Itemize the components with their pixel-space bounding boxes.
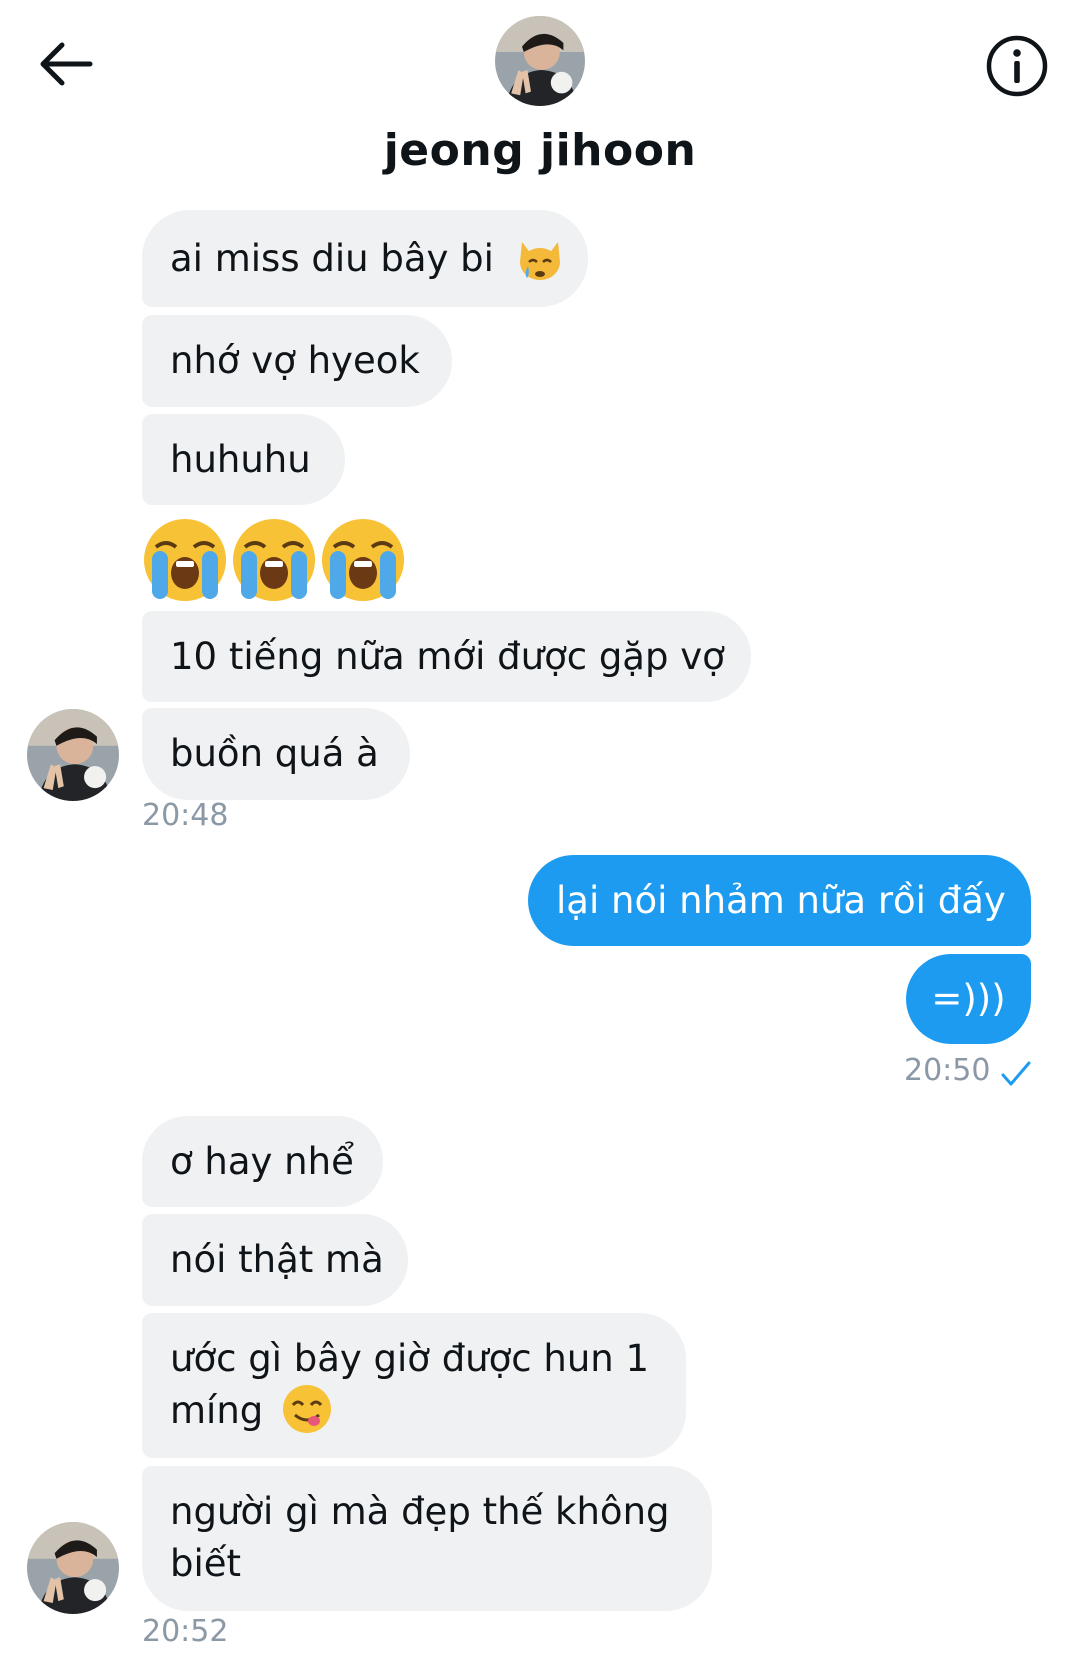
profile-photo bbox=[27, 1522, 119, 1614]
loudly-crying-face-emoji bbox=[233, 519, 315, 601]
received-message[interactable]: ước gì bây giờ được hun 1 míng bbox=[142, 1313, 686, 1458]
info-circle-icon bbox=[986, 35, 1048, 97]
message-text: nhớ vợ hyeok bbox=[170, 339, 420, 382]
contact-name[interactable]: jeong jihoon bbox=[0, 125, 1080, 176]
sent-message[interactable]: =))) bbox=[906, 954, 1031, 1044]
sender-avatar[interactable] bbox=[27, 709, 119, 801]
message-text: nói thật mà bbox=[170, 1238, 384, 1281]
message-text: lại nói nhảm nữa rồi đấy bbox=[556, 879, 1006, 922]
message-text: míng bbox=[170, 1389, 264, 1432]
timestamp: 20:50 bbox=[904, 1053, 991, 1088]
message-text-line: biết bbox=[170, 1542, 242, 1585]
checkmark-icon bbox=[1001, 1061, 1031, 1086]
arrow-left-icon bbox=[40, 42, 93, 86]
crying-cat-emoji bbox=[519, 241, 560, 280]
message-text: huhuhu bbox=[170, 438, 311, 481]
message-text-line: ước gì bây giờ được hun 1 bbox=[170, 1337, 650, 1380]
received-message[interactable]: nhớ vợ hyeok bbox=[142, 315, 452, 407]
profile-photo bbox=[27, 709, 119, 801]
contact-avatar[interactable] bbox=[495, 16, 585, 106]
message-text: buồn quá à bbox=[170, 732, 379, 775]
received-message[interactable]: ơ hay nhể bbox=[142, 1116, 383, 1207]
info-button[interactable] bbox=[985, 34, 1049, 98]
sent-message[interactable]: lại nói nhảm nữa rồi đấy bbox=[528, 855, 1031, 946]
profile-photo bbox=[495, 16, 585, 106]
face-savoring-food-emoji bbox=[283, 1384, 332, 1433]
received-message[interactable]: 10 tiếng nữa mới được gặp vợ bbox=[142, 611, 751, 702]
back-button[interactable] bbox=[32, 34, 102, 94]
loudly-crying-face-emoji bbox=[144, 519, 226, 601]
emoji-message[interactable] bbox=[142, 512, 412, 608]
received-message[interactable]: buồn quá à bbox=[142, 708, 410, 800]
timestamp: 20:52 bbox=[142, 1614, 229, 1649]
received-message[interactable]: nói thật mà bbox=[142, 1214, 408, 1306]
loudly-crying-face-emoji bbox=[322, 519, 404, 601]
sender-avatar[interactable] bbox=[27, 1522, 119, 1614]
message-text: =))) bbox=[931, 977, 1006, 1020]
message-text: ơ hay nhể bbox=[170, 1140, 354, 1183]
received-message[interactable]: huhuhu bbox=[142, 414, 345, 505]
timestamp: 20:48 bbox=[142, 798, 229, 833]
message-text: 10 tiếng nữa mới được gặp vợ bbox=[170, 635, 725, 678]
received-message[interactable]: ai miss diu bây bi bbox=[142, 210, 588, 307]
message-text: ai miss diu bây bi bbox=[170, 237, 494, 280]
received-message[interactable]: người gì mà đẹp thế không biết bbox=[142, 1466, 712, 1611]
message-text-line: người gì mà đẹp thế không bbox=[170, 1490, 670, 1533]
message-text-line: míng bbox=[170, 1384, 658, 1437]
